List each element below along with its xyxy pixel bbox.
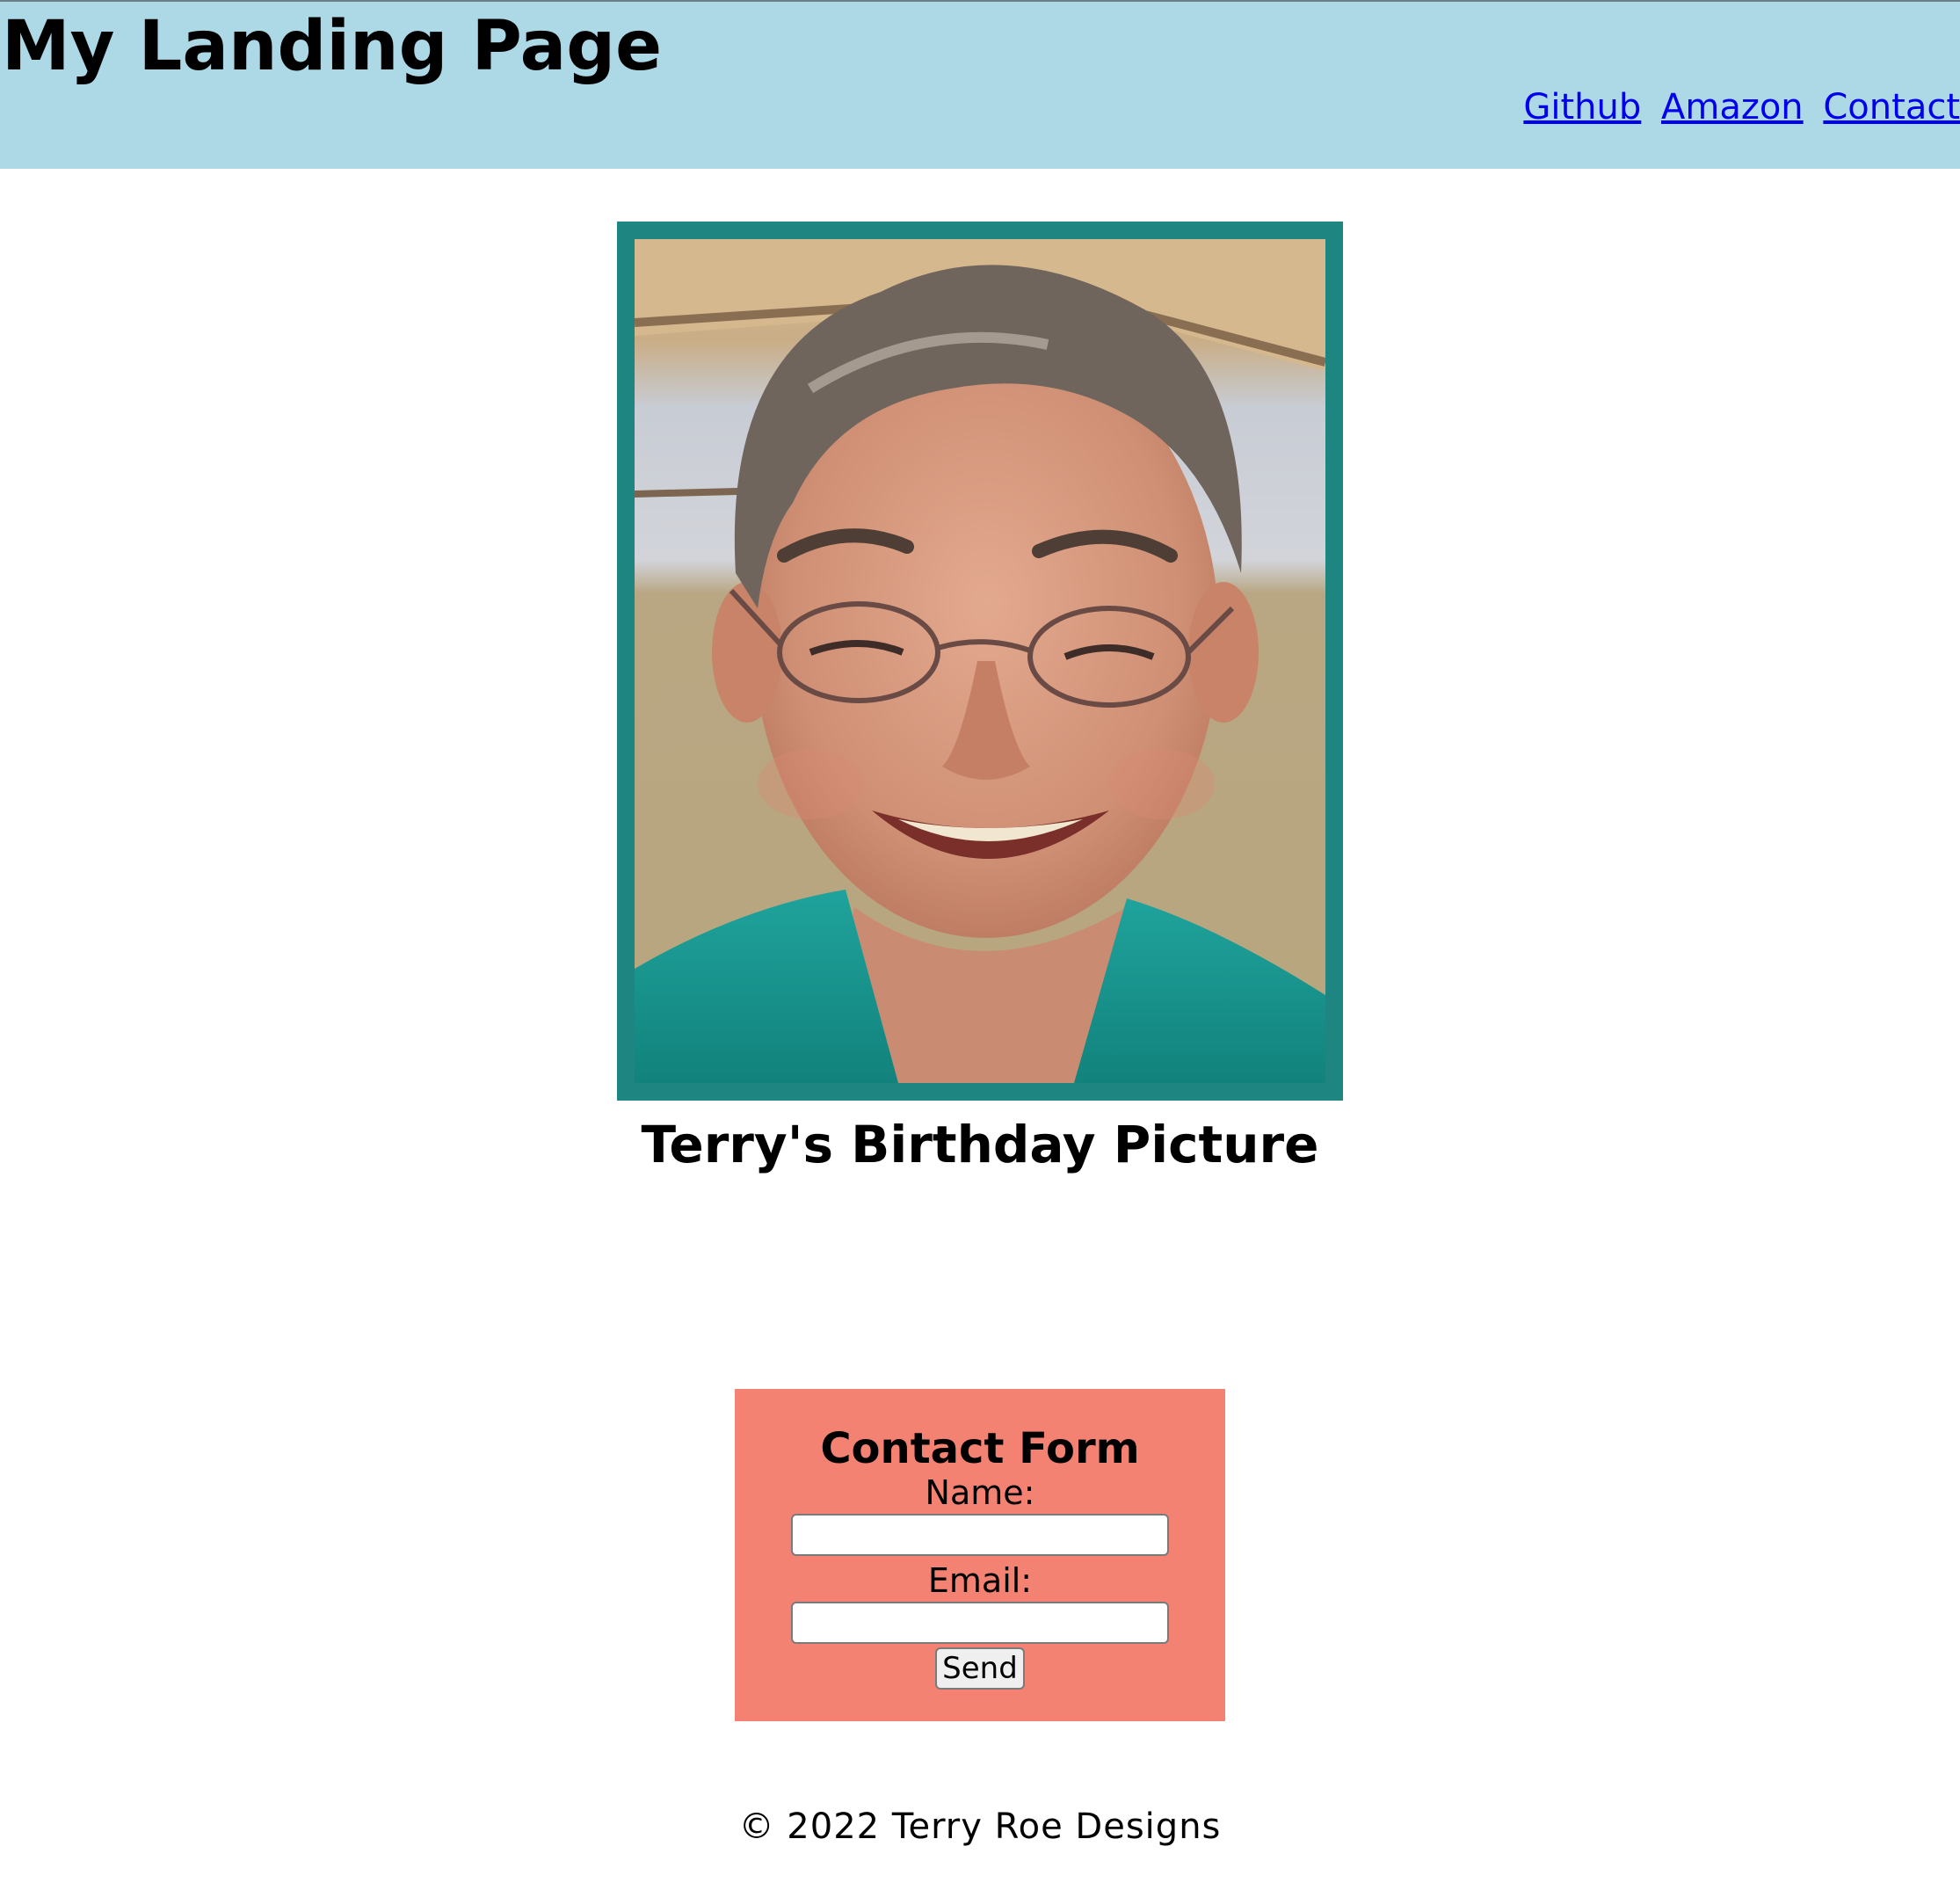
contact-form: Contact Form Name: Email: Send [735, 1389, 1225, 1721]
name-label: Name: [925, 1473, 1035, 1512]
nav-links: Github Amazon Contact [1523, 83, 1960, 132]
birthday-figure: Terry's Birthday Picture [617, 222, 1343, 1180]
nav-link-contact[interactable]: Contact [1823, 87, 1960, 127]
site-header: My Landing Page Github Amazon Contact [0, 0, 1960, 169]
footer-copyright: © 2022 Terry Roe Designs [738, 1806, 1222, 1847]
portrait-photo [635, 239, 1325, 1083]
nav-link-github[interactable]: Github [1523, 87, 1641, 127]
contact-form-title: Contact Form [820, 1424, 1140, 1473]
landing-page: My Landing Page Github Amazon Contact Te… [0, 0, 1960, 1890]
photo-caption: Terry's Birthday Picture [641, 1115, 1319, 1174]
email-input[interactable] [791, 1602, 1169, 1644]
photo-frame [617, 222, 1343, 1101]
send-button[interactable]: Send [935, 1647, 1025, 1690]
email-label: Email: [927, 1561, 1033, 1600]
nav-link-amazon[interactable]: Amazon [1661, 87, 1804, 127]
name-input[interactable] [791, 1514, 1169, 1556]
page-title: My Landing Page [2, 7, 663, 86]
